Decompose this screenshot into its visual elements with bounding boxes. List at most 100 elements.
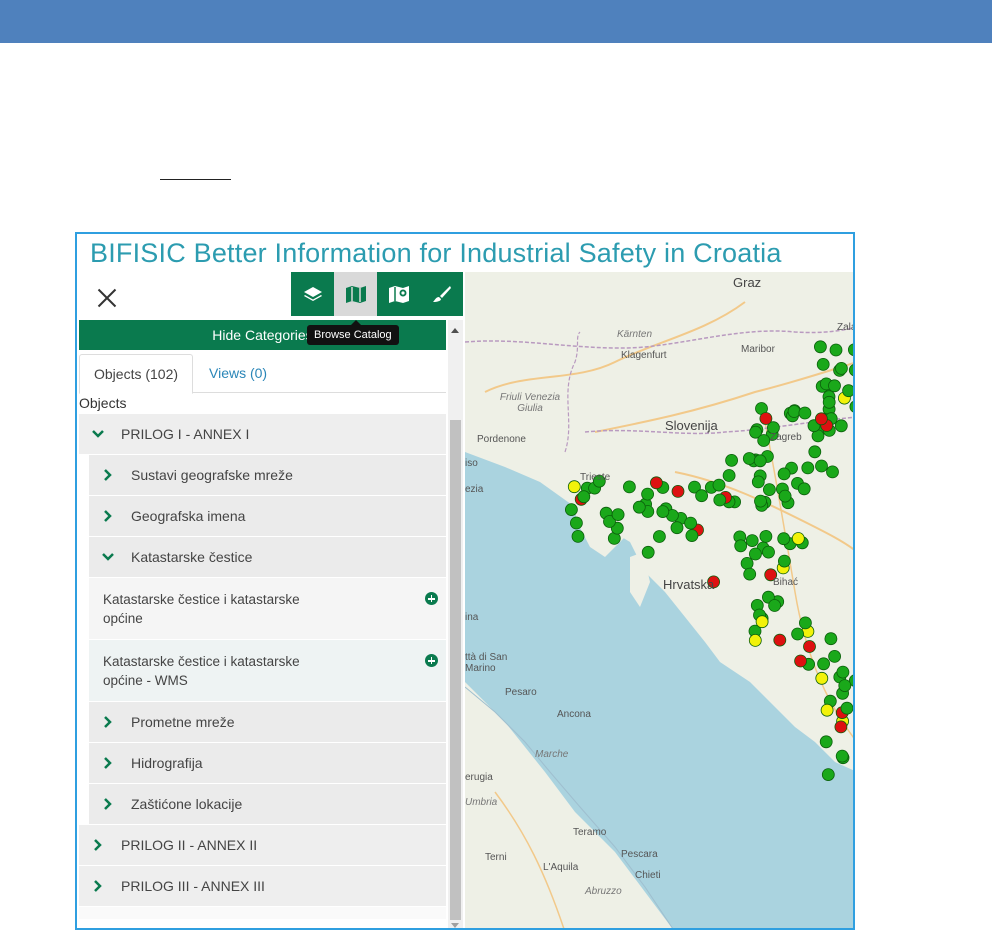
facility-marker[interactable] <box>828 379 841 393</box>
facility-marker[interactable] <box>842 384 855 398</box>
facility-marker[interactable] <box>753 454 767 468</box>
facility-marker[interactable] <box>816 358 830 371</box>
facility-marker[interactable] <box>762 545 775 559</box>
facility-marker[interactable] <box>570 516 583 530</box>
facility-marker[interactable] <box>835 749 849 763</box>
facility-marker[interactable] <box>777 554 791 568</box>
facility-marker[interactable] <box>641 487 655 501</box>
facility-marker[interactable] <box>819 735 833 749</box>
tab-views[interactable]: Views (0) <box>195 354 281 392</box>
close-panel-icon[interactable] <box>95 286 119 310</box>
facility-marker[interactable] <box>801 461 815 475</box>
facility-marker[interactable] <box>821 768 835 782</box>
tree-node-annex3[interactable]: PRILOG III - ANNEX III <box>79 866 446 907</box>
tree-node-prometne-mreze[interactable]: Prometne mreže <box>89 702 446 743</box>
facility-marker[interactable] <box>838 679 852 693</box>
facility-marker[interactable] <box>685 529 699 543</box>
map-search-button[interactable] <box>377 272 420 316</box>
facility-marker[interactable] <box>777 467 791 481</box>
facility-marker[interactable] <box>649 476 663 490</box>
facility-marker[interactable] <box>817 657 831 671</box>
facility-marker[interactable] <box>768 599 782 612</box>
facility-marker[interactable] <box>632 500 646 514</box>
facility-marker[interactable] <box>826 465 839 479</box>
facility-marker[interactable] <box>755 615 769 629</box>
facility-marker[interactable] <box>670 521 684 535</box>
facility-marker[interactable] <box>713 493 727 507</box>
scroll-up-arrow-icon[interactable] <box>451 328 459 333</box>
facility-marker[interactable] <box>794 654 808 668</box>
facility-marker[interactable] <box>565 503 578 517</box>
facility-marker[interactable] <box>778 489 792 503</box>
facility-marker[interactable] <box>622 480 636 494</box>
map-canvas[interactable] <box>465 272 855 930</box>
facility-marker[interactable] <box>815 671 829 685</box>
facility-marker[interactable] <box>820 703 834 717</box>
facility-marker[interactable] <box>849 400 855 413</box>
facility-marker[interactable] <box>722 469 736 482</box>
facility-marker[interactable] <box>611 508 625 522</box>
facility-marker[interactable] <box>745 534 759 548</box>
scroll-thumb[interactable] <box>450 420 461 920</box>
catalog-item-katastar[interactable]: Katastarske čestice i katastarske općine <box>89 578 446 640</box>
facility-marker[interactable] <box>759 412 773 425</box>
facility-marker[interactable] <box>773 633 787 647</box>
facility-marker[interactable] <box>828 649 842 663</box>
add-layer-icon[interactable] <box>425 654 438 667</box>
facility-marker[interactable] <box>725 453 739 467</box>
browse-catalog-button[interactable] <box>334 272 377 316</box>
facility-marker[interactable] <box>734 539 748 553</box>
facility-marker[interactable] <box>813 340 827 354</box>
facility-marker[interactable] <box>571 529 585 543</box>
facility-marker[interactable] <box>759 529 773 543</box>
facility-marker[interactable] <box>808 445 822 459</box>
facility-marker[interactable] <box>815 459 828 473</box>
facility-marker[interactable] <box>743 567 757 581</box>
layers-button[interactable] <box>291 272 334 316</box>
map-view[interactable]: Graz Kärnten Klagenfurt Maribor Zala Fri… <box>465 272 855 930</box>
facility-marker[interactable] <box>787 405 801 418</box>
facility-marker[interactable] <box>803 640 816 653</box>
facility-marker[interactable] <box>834 362 848 375</box>
facility-marker[interactable] <box>751 475 765 489</box>
facility-marker[interactable] <box>791 532 805 545</box>
facility-marker[interactable] <box>641 545 655 559</box>
facility-marker[interactable] <box>671 484 685 498</box>
facility-marker[interactable] <box>822 395 836 409</box>
facility-marker[interactable] <box>754 494 767 508</box>
facility-marker[interactable] <box>824 632 838 646</box>
facility-marker[interactable] <box>848 343 855 356</box>
facility-marker[interactable] <box>712 478 726 492</box>
facility-marker[interactable] <box>757 434 771 447</box>
facility-marker[interactable] <box>567 480 581 494</box>
facility-marker[interactable] <box>791 627 805 641</box>
tree-node-annex1[interactable]: PRILOG I - ANNEX I <box>79 414 446 455</box>
facility-marker[interactable] <box>834 720 848 734</box>
tree-node-zasticene-lokacije[interactable]: Zaštićone lokacije <box>89 784 446 825</box>
facility-marker[interactable] <box>748 633 762 647</box>
facility-marker[interactable] <box>684 516 698 530</box>
facility-marker[interactable] <box>695 489 709 503</box>
scroll-down-arrow-icon[interactable] <box>451 923 459 928</box>
facility-marker[interactable] <box>748 547 762 561</box>
facility-marker[interactable] <box>829 343 843 357</box>
facility-marker[interactable] <box>798 406 812 420</box>
tab-objects[interactable]: Objects (102) <box>79 354 194 394</box>
facility-marker[interactable] <box>834 419 848 433</box>
facility-marker[interactable] <box>740 556 754 570</box>
facility-marker[interactable] <box>836 665 850 679</box>
facility-marker[interactable] <box>798 616 812 630</box>
draw-button[interactable] <box>420 272 463 316</box>
facility-marker[interactable] <box>814 412 828 426</box>
facility-marker[interactable] <box>762 483 776 497</box>
facility-marker[interactable] <box>577 490 591 504</box>
facility-marker[interactable] <box>742 452 756 465</box>
facility-marker[interactable] <box>840 701 853 715</box>
facility-marker[interactable] <box>848 364 855 377</box>
tree-node-hidrografija[interactable]: Hidrografija <box>89 743 446 784</box>
add-layer-icon[interactable] <box>425 592 438 605</box>
tree-node-sustavi[interactable]: Sustavi geografske mreže <box>89 455 446 496</box>
catalog-item-katastar-wms[interactable]: Katastarske čestice i katastarske općine… <box>89 640 446 702</box>
facility-marker[interactable] <box>656 505 670 519</box>
facility-marker[interactable] <box>777 532 791 546</box>
